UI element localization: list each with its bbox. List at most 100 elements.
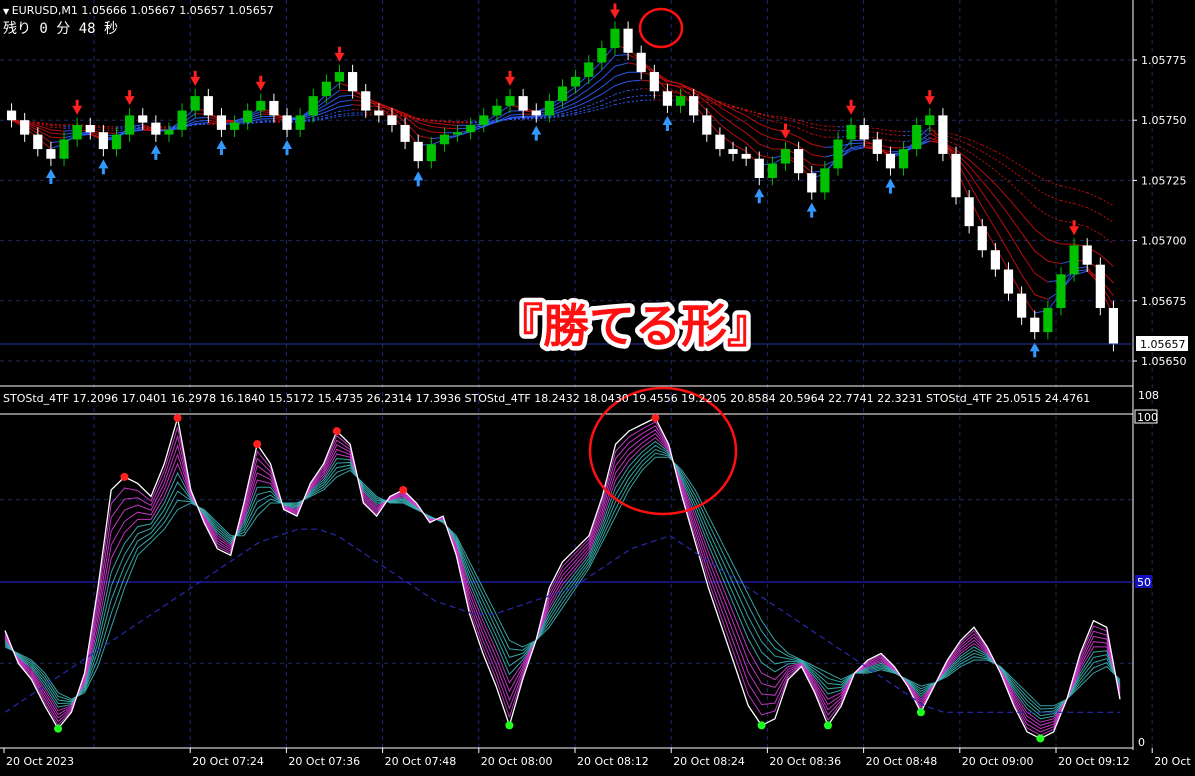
indicator-scale-50: 50 [1137,576,1151,589]
red-dot [333,427,341,435]
up-arrow-icon [810,212,813,218]
up-arrow-icon [102,168,105,174]
time-tick-label: 20 Oct 07:24 [192,755,264,768]
green-dot [917,708,925,716]
candle-body [1004,269,1013,293]
candle-body [597,48,606,62]
candle-body [99,132,108,149]
candle-body [86,125,95,132]
candle-body [33,135,42,149]
green-dot [505,721,513,729]
candle-body [177,111,186,130]
red-dot [651,414,659,422]
down-arrow-icon [76,100,79,106]
candle-body [978,226,987,250]
candle-body [46,149,55,159]
candle-body [886,154,895,168]
up-arrow-icon [49,178,52,184]
chart-window: 1.057751.057501.057251.057001.056751.056… [0,0,1195,772]
candle-body [361,91,370,110]
candle-body [768,164,777,178]
candle-body [571,77,580,87]
time-tick-label: 20 Oct 08:12 [577,755,649,768]
candle-body [1096,265,1105,308]
candle-body [702,115,711,134]
candle-body [1069,245,1078,274]
price-tick-label: 1.05725 [1141,174,1187,187]
candle-body [794,149,803,173]
candle-body [217,115,226,129]
price-tick-label: 1.05675 [1141,295,1187,308]
red-dot [253,440,261,448]
candle-body [348,72,357,91]
candle-body [873,139,882,153]
candle-body [912,125,921,149]
bar-countdown: 残り 0 分 48 秒 [3,21,118,37]
price-tick-label: 1.05650 [1141,355,1187,368]
candle-body [387,115,396,125]
candle-body [532,111,541,116]
chart-canvas[interactable]: 1.057751.057501.057251.057001.056751.056… [0,0,1195,772]
candle-body [663,91,672,105]
candle-body [269,101,278,115]
candle-body [860,125,869,139]
candle-body [492,106,501,116]
current-price-label: 1.05657 [1140,338,1186,351]
up-arrow-icon [758,197,761,203]
candle-body [610,29,619,48]
candle-body [427,144,436,161]
time-tick-label: 20 Oct 09:24 [1154,755,1195,768]
candle-body [322,82,331,96]
candle-body [204,96,213,115]
candle-body [335,72,344,82]
ribbon-line [851,140,864,141]
down-arrow-icon [509,71,512,77]
time-tick-label: 20 Oct 09:00 [962,755,1034,768]
up-arrow-icon [535,135,538,141]
time-tick-label: 20 Oct 08:48 [866,755,938,768]
candle-body [623,29,632,53]
up-arrow-icon [286,149,289,155]
candle-body [833,139,842,168]
candle-body [1017,294,1026,318]
candle-body [584,62,593,76]
price-tick-label: 1.05775 [1141,54,1187,67]
candle-body [151,123,160,135]
up-arrow-icon [1033,351,1036,357]
candle-body [1056,274,1065,308]
green-dot [824,721,832,729]
candle-body [256,101,265,111]
down-arrow-icon [928,90,931,96]
ribbon-line [195,117,208,118]
candle-body [965,197,974,226]
candle-body [938,115,947,154]
down-arrow-icon [194,71,197,77]
candle-body [807,173,816,192]
red-dot [399,486,407,494]
candle-body [991,250,1000,269]
candle-body [637,53,646,72]
candle-body [519,96,528,110]
time-tick-label: 20 Oct 08:36 [769,755,841,768]
candle-body [479,115,488,125]
up-arrow-icon [666,125,669,131]
candle-body [650,72,659,91]
candle-body [899,149,908,168]
candle-body [453,132,462,134]
candle-body [728,149,737,154]
green-dot [758,721,766,729]
indicator-label: STOStd_4TF 17.2096 17.0401 16.2978 16.18… [3,392,1090,405]
time-tick-label: 20 Oct 08:00 [481,755,553,768]
up-arrow-icon [889,188,892,194]
candle-body [243,111,252,123]
ribbon-line [431,132,444,133]
time-tick-label: 20 Oct 09:12 [1058,755,1130,768]
candle-body [505,96,514,106]
indicator-scale-0: 0 [1138,736,1145,749]
candle-body [689,96,698,115]
ribbon-line [851,143,864,144]
candle-body [400,125,409,142]
down-arrow-icon [850,100,853,106]
candle-body [59,139,68,158]
candle-body [466,125,475,132]
